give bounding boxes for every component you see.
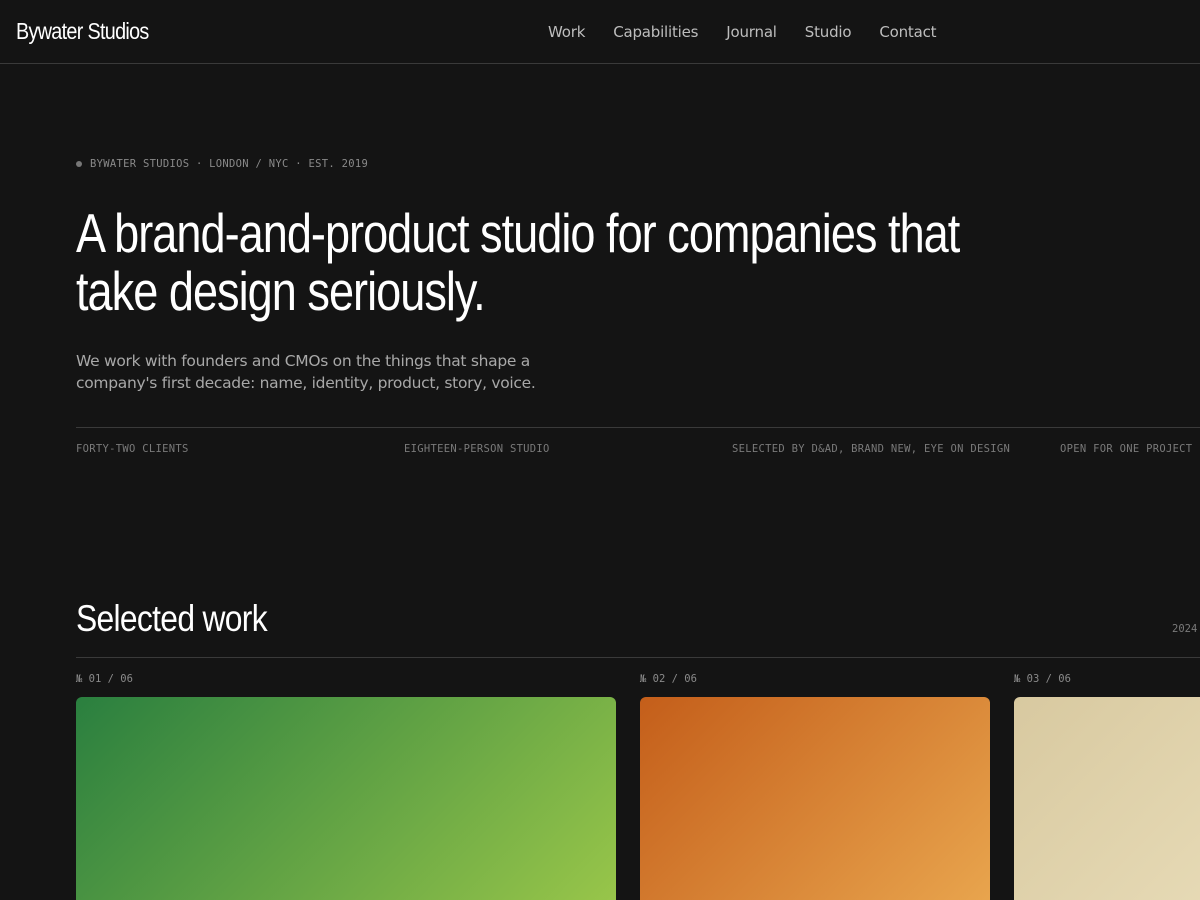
stats-divider — [76, 427, 1200, 428]
stat-recognition: SELECTED BY D&AD, BRAND NEW, EYE ON DESI… — [732, 443, 1011, 455]
stat-availability: OPEN FOR ONE PROJECT · — [1060, 443, 1200, 455]
stat-clients: FORTY-TWO CLIENTS — [76, 443, 189, 455]
work-number-3: № 03 / 06 — [1014, 673, 1071, 685]
work-card-2[interactable] — [640, 697, 990, 900]
page: Bywater Studios Work Capabilities Journa… — [0, 0, 1200, 900]
hero-headline: A brand-and-product studio for companies… — [76, 202, 960, 322]
brand-logo[interactable]: Bywater Studios — [16, 18, 149, 45]
eyebrow-text: BYWATER STUDIOS · LONDON / NYC · EST. 20… — [90, 158, 369, 170]
site-header: Bywater Studios Work Capabilities Journa… — [0, 0, 1200, 64]
work-card-3[interactable] — [1014, 697, 1200, 900]
work-card-1[interactable] — [76, 697, 616, 900]
nav-journal[interactable]: Journal — [726, 23, 777, 41]
hero-eyebrow: BYWATER STUDIOS · LONDON / NYC · EST. 20… — [76, 158, 368, 170]
work-year: 2024 — [1172, 623, 1198, 635]
selected-work-title: Selected work — [76, 598, 268, 639]
work-number-2: № 02 / 06 — [640, 673, 697, 685]
bullet-dot-icon — [76, 161, 82, 167]
work-divider — [76, 657, 1200, 658]
hero-lede: We work with founders and CMOs on the th… — [76, 352, 536, 392]
nav-work[interactable]: Work — [548, 23, 585, 41]
nav-studio[interactable]: Studio — [805, 23, 852, 41]
work-number-1: № 01 / 06 — [76, 673, 133, 685]
nav-capabilities[interactable]: Capabilities — [613, 23, 698, 41]
nav-contact[interactable]: Contact — [879, 23, 936, 41]
main-nav: Work Capabilities Journal Studio Contact — [548, 23, 937, 41]
stat-studio-size: EIGHTEEN-PERSON STUDIO — [404, 443, 550, 455]
